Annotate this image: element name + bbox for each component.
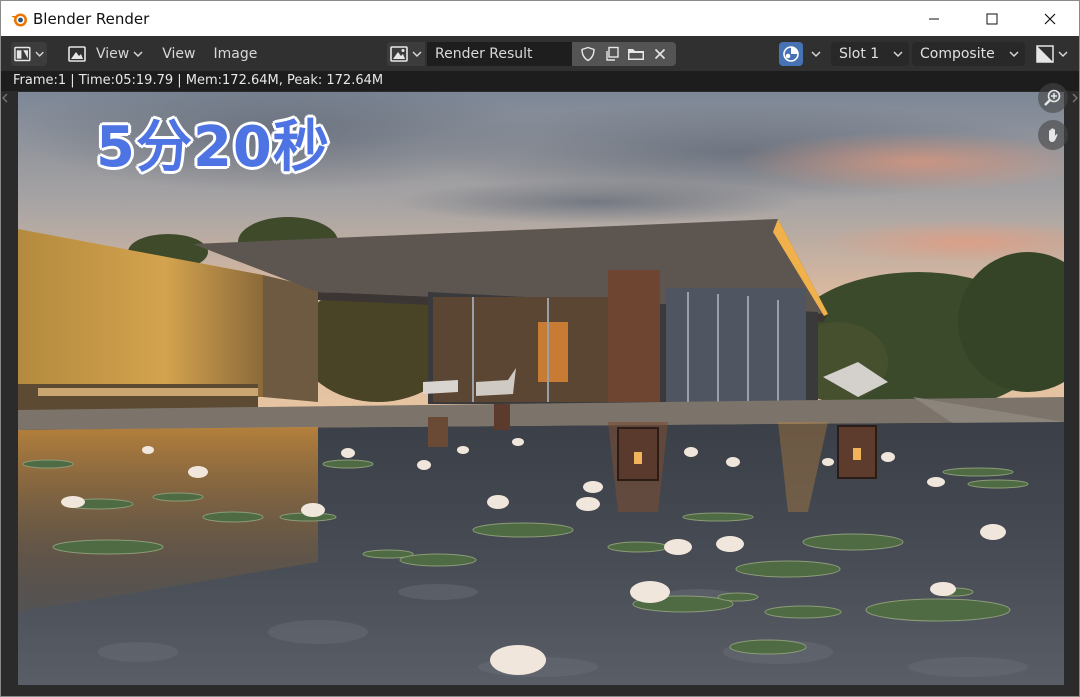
close-icon (654, 48, 666, 60)
image-selector: Render Result (387, 42, 676, 66)
render-result-image: 5分20秒 (18, 92, 1064, 685)
region-toggle-right-icon[interactable] (1072, 93, 1078, 103)
slot-label: Slot 1 (839, 46, 880, 62)
maximize-button[interactable] (963, 1, 1021, 36)
chevron-down-icon (412, 51, 422, 58)
image-viewport[interactable]: 5分20秒 (1, 83, 1079, 696)
render-info-text: Frame:1 | Time:05:19.79 | Mem:172.64M, P… (1, 71, 1079, 91)
chevron-down-icon (893, 51, 903, 58)
chevron-down-icon (1009, 51, 1019, 58)
editor-type-dropdown[interactable] (11, 41, 47, 66)
image-actions (572, 42, 676, 66)
image-browse-button[interactable] (387, 42, 425, 66)
shield-icon (581, 46, 595, 62)
window-title: Blender Render (33, 9, 150, 28)
os-title-bar: Blender Render (1, 1, 1079, 36)
view-mode-dropdown[interactable]: View (65, 42, 146, 66)
chevron-down-icon (811, 51, 821, 58)
render-pass-dropdown[interactable]: Composite (912, 42, 1025, 66)
unlink-image-button[interactable] (648, 42, 672, 66)
image-browse-icon (390, 46, 408, 62)
display-channels-dropdown[interactable] (1033, 42, 1071, 66)
window-controls (905, 1, 1079, 36)
image-name-field[interactable]: Render Result (427, 42, 572, 66)
tool-active-badge (779, 42, 803, 66)
duplicate-icon (606, 46, 619, 61)
minimize-icon (929, 18, 939, 19)
folder-icon (628, 49, 644, 60)
fake-user-button[interactable] (576, 42, 600, 66)
region-toggle-left-icon[interactable] (2, 93, 8, 103)
chevron-down-icon (133, 50, 143, 57)
render-pass-label: Composite (920, 46, 995, 62)
blender-render-window: Blender Render View View Image Render Re… (0, 0, 1080, 697)
view-mode-label: View (96, 45, 130, 62)
menu-image[interactable]: Image (213, 46, 257, 62)
sample-tool-icon (783, 46, 799, 62)
open-image-button[interactable] (624, 42, 648, 66)
close-icon (1044, 13, 1056, 24)
slot-dropdown[interactable]: Slot 1 (831, 42, 909, 66)
hand-icon (1049, 128, 1058, 142)
minimize-button[interactable] (905, 1, 963, 36)
close-window-button[interactable] (1021, 1, 1079, 36)
blender-logo-icon (11, 13, 27, 26)
zoom-gizmo[interactable] (1038, 83, 1068, 113)
new-image-button[interactable] (600, 42, 624, 66)
image-editor-icon (14, 46, 31, 61)
image-editor-header: View View Image Render Result Slot 1 Com… (1, 36, 1079, 71)
sample-tool-dropdown[interactable] (779, 42, 821, 66)
zoom-icon (1044, 89, 1061, 106)
render-time-caption: 5分20秒 (96, 115, 330, 180)
pan-gizmo[interactable] (1038, 120, 1068, 150)
display-channels-icon (1036, 45, 1054, 63)
chevron-down-icon (35, 51, 44, 57)
menu-view[interactable]: View (162, 46, 195, 62)
image-view-icon (68, 45, 86, 62)
maximize-icon (986, 13, 998, 24)
chevron-down-icon (1058, 51, 1068, 58)
header-right-controls: Slot 1 Composite (779, 42, 1071, 66)
